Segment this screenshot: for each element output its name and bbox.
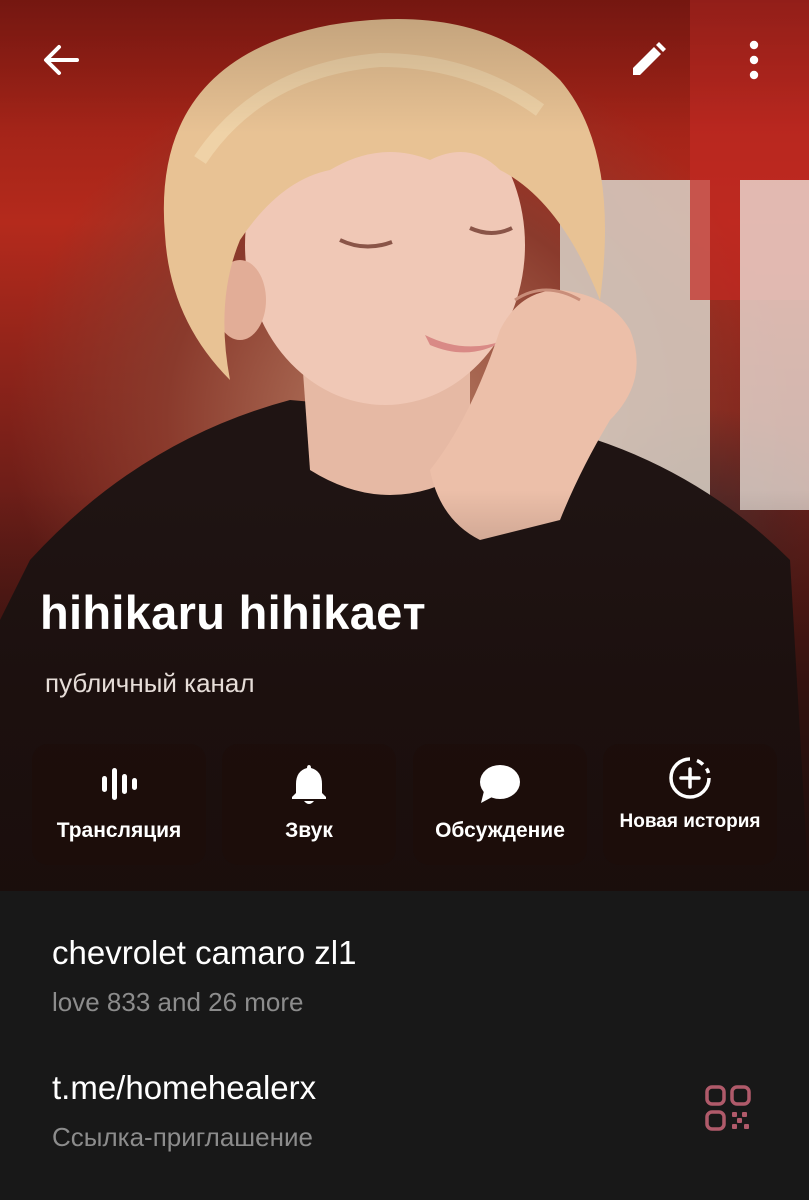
chat-bubble-icon <box>480 765 520 803</box>
more-options-button[interactable] <box>722 28 786 92</box>
qr-code-button[interactable] <box>694 1074 762 1142</box>
new-story-button[interactable]: Новая история <box>603 744 777 865</box>
description-item[interactable]: chevrolet camaro zl1 love 833 and 26 mor… <box>0 921 809 1051</box>
discussion-button[interactable]: Обсуждение <box>413 744 587 865</box>
sound-button[interactable]: Звук <box>222 744 396 865</box>
invite-link-text: t.me/homehealerx <box>52 1069 317 1106</box>
sound-label: Звук <box>285 819 333 842</box>
new-story-label: Новая история <box>619 811 761 832</box>
discussion-label: Обсуждение <box>435 819 565 842</box>
bell-icon <box>292 765 326 804</box>
action-buttons-row: Трансляция Звук Обсуждение Новая история <box>32 744 778 865</box>
live-stream-label: Трансляция <box>56 819 182 842</box>
live-stream-button[interactable]: Трансляция <box>32 744 206 865</box>
channel-header: hihikaru hihikaeт публичный канал Трансл… <box>0 0 809 891</box>
qr-code-icon <box>705 1085 751 1131</box>
back-button[interactable] <box>29 28 93 92</box>
channel-profile-screen: hihikaru hihikaeт публичный канал Трансл… <box>0 0 809 1200</box>
channel-info-section: chevrolet camaro zl1 love 833 and 26 mor… <box>0 891 809 1200</box>
description-text: chevrolet camaro zl1 <box>52 934 357 971</box>
live-stream-icon <box>102 768 137 800</box>
add-story-icon <box>669 757 711 799</box>
edit-button[interactable] <box>616 28 680 92</box>
kebab-menu-icon <box>749 40 759 80</box>
pencil-icon <box>633 42 666 75</box>
description-subtext: love 833 and 26 more <box>52 987 304 1017</box>
arrow-left-icon <box>44 45 79 75</box>
invite-link-caption: Ссылка-приглашение <box>52 1122 313 1152</box>
invite-link-item[interactable]: t.me/homehealerx Ссылка-приглашение <box>0 1056 809 1186</box>
channel-title: hihikaru hihikaeт <box>40 586 426 639</box>
channel-type-label: публичный канал <box>45 668 255 698</box>
